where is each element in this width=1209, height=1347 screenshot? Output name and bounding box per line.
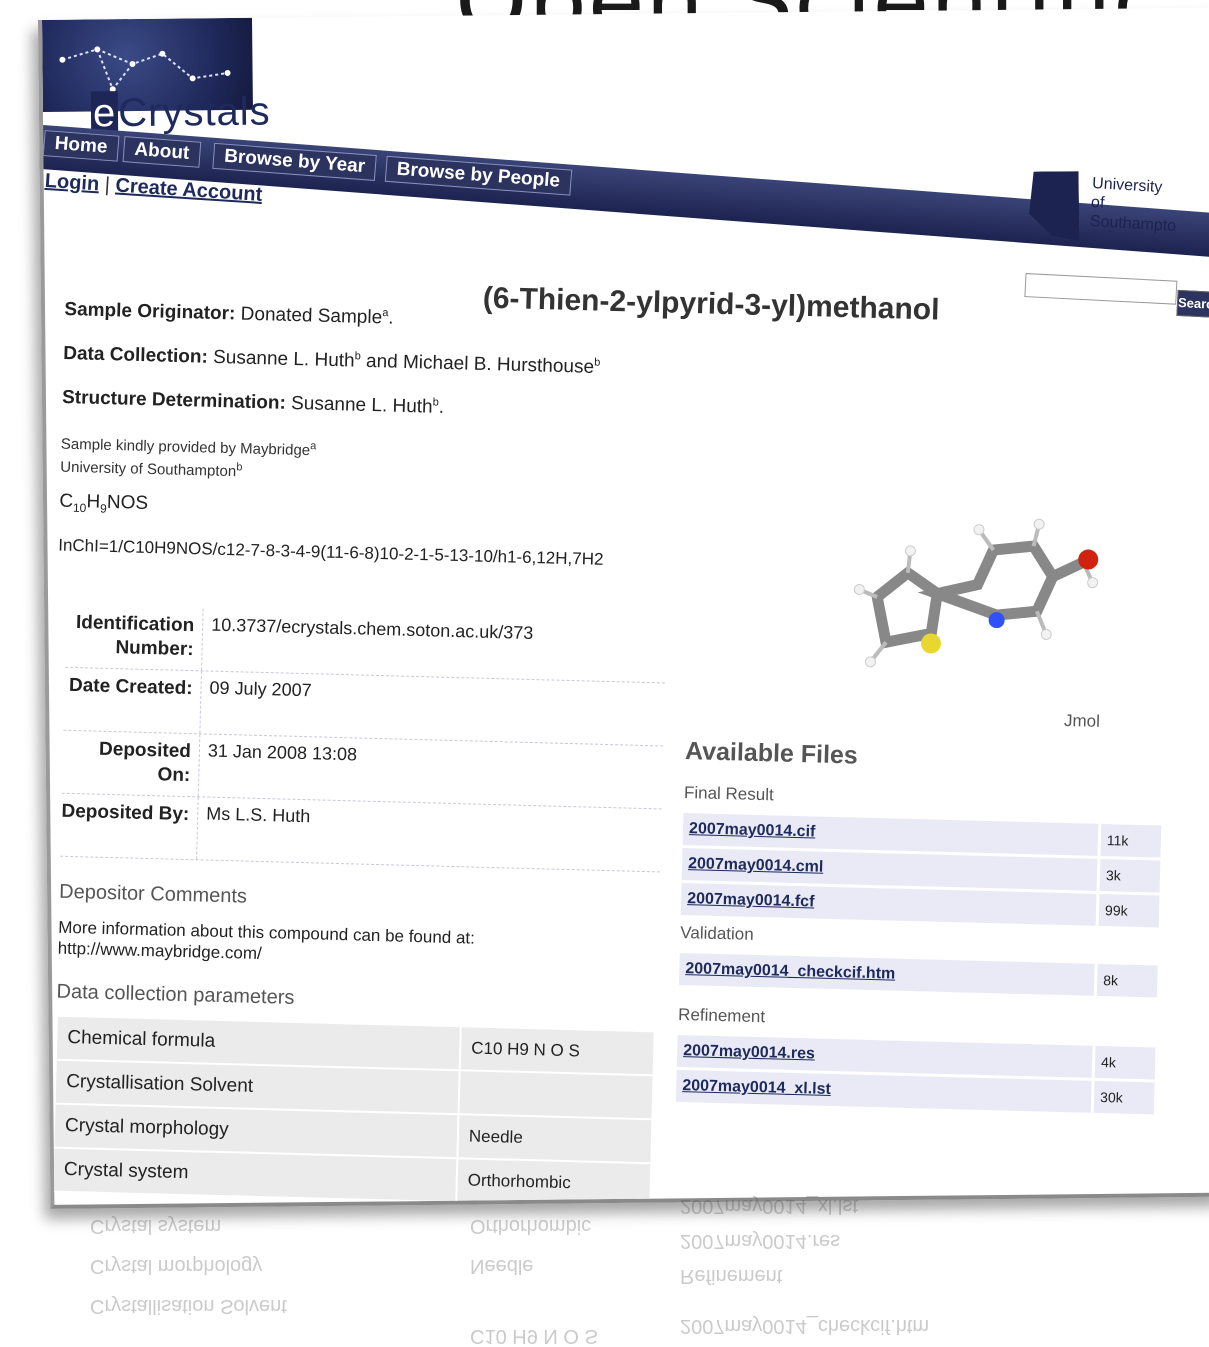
file-size: 11k: [1098, 823, 1162, 860]
group-validation: Validation: [680, 922, 754, 944]
affiliation-1-sup: a: [310, 440, 317, 453]
structure-label: Structure Determination:: [61, 386, 287, 414]
chemical-formula: C10H9NOS: [59, 491, 148, 517]
file-size: 99k: [1097, 892, 1160, 929]
meta-key: Date Created:: [63, 667, 203, 734]
structure-value: Susanne L. Huth: [290, 392, 433, 418]
file-size: 3k: [1098, 857, 1161, 895]
metadata-table: Identification Number: 10.3737/ecrystals.…: [60, 604, 667, 873]
meta-key: Identification Number:: [65, 604, 204, 671]
group-final-result: Final Result: [683, 783, 774, 805]
file-link[interactable]: 2007may0014.cml: [688, 855, 824, 876]
validation-files: 2007may0014_checkcif.htm 8k: [678, 952, 1158, 1001]
originator-value: Donated Sample: [240, 303, 383, 329]
originator-sup: a: [382, 306, 389, 320]
data-collection: Data Collection: Susanne L. Huthb and Mi…: [63, 343, 601, 379]
inchi: InChI=1/C10H9NOS/c12-7-8-3-4-9(11-6-8)10…: [58, 535, 604, 569]
formula-c: C: [59, 490, 74, 512]
file-size: 8k: [1095, 963, 1158, 999]
meta-value: 31 Jan 2008 13:08: [207, 740, 358, 765]
record-content: (6-Thien-2-ylpyrid-3-yl)methanol Sample …: [38, 20, 1209, 1209]
affiliation-2: University of Southampton: [60, 458, 237, 481]
file-row: 2007may0014_checkcif.htm 8k: [678, 952, 1158, 999]
reflection-text: 2007may0014_xl.lst: [680, 1195, 858, 1217]
data-collection-heading: Data collection parameters: [56, 980, 295, 1009]
meta-key: Deposited By:: [60, 793, 199, 860]
param-value: Needle: [457, 1114, 652, 1164]
collection-sup2: b: [594, 356, 601, 369]
refinement-files: 2007may0014.res 4k 2007may0014_xl.lst 30k: [675, 1034, 1156, 1117]
file-link[interactable]: 2007may0014.res: [683, 1042, 815, 1062]
file-link[interactable]: 2007may0014.cif: [689, 820, 816, 840]
page-reflection: Crystal system Crystal morphology Crysta…: [60, 1195, 1209, 1347]
available-files-heading: Available Files: [684, 737, 859, 770]
reflection-text: Needle: [470, 1255, 534, 1277]
group-refinement: Refinement: [677, 1004, 766, 1027]
reflection-text: Crystal system: [90, 1215, 222, 1237]
affiliation-2-sup: b: [236, 461, 243, 474]
collection-label: Data Collection:: [63, 342, 209, 368]
meta-key: Deposited On:: [61, 730, 201, 797]
param-value: [458, 1070, 653, 1120]
meta-value: 09 July 2007: [209, 677, 312, 701]
file-link[interactable]: 2007may0014_xl.lst: [682, 1077, 831, 1098]
sample-originator: Sample Originator: Donated Samplea.: [64, 298, 394, 329]
reflection-text: Crystal morphology: [90, 1255, 263, 1277]
file-link[interactable]: 2007may0014_checkcif.htm: [685, 960, 895, 982]
affiliations: Sample kindly provided by Maybridgea Uni…: [60, 431, 317, 484]
file-link[interactable]: 2007may0014.fcf: [687, 890, 815, 910]
final-result-files: 2007may0014.cif 11k 2007may0014.cml 3k 200…: [680, 813, 1162, 930]
reflection-text: 2007may0014.res: [680, 1230, 841, 1252]
formula-h: H: [86, 491, 101, 513]
jmol-label: Jmol: [1063, 710, 1101, 731]
formula-c-n: 10: [72, 500, 87, 516]
meta-value: Ms L.S. Huth: [206, 803, 311, 827]
structure-sup: b: [432, 396, 440, 409]
depositor-comments-heading: Depositor Comments: [58, 880, 248, 908]
data-collection-table: Chemical formula C10 H9 N O S Crystallisa…: [53, 1016, 654, 1209]
jmol-molecule-viewer[interactable]: [845, 501, 1110, 698]
reflection-text: Crystallisation Solvent: [90, 1295, 287, 1317]
reflection-text: 2007may0014_checkcif.htm: [680, 1315, 930, 1337]
reflection-text: Orthorhombic: [470, 1215, 592, 1237]
collection-person1: Susanne L. Huth: [212, 346, 355, 372]
file-size: 4k: [1093, 1045, 1156, 1081]
originator-label: Sample Originator:: [64, 298, 236, 325]
compound-title: (6-Thien-2-ylpyrid-3-yl)methanol: [482, 281, 940, 327]
meta-value: 10.3737/ecrystals.chem.soton.ac.uk/373: [210, 614, 534, 644]
reflection-text: Refinement: [680, 1265, 783, 1287]
depositor-comments-body: More information about this compound can…: [57, 917, 476, 964]
structure-determination: Structure Determination: Susanne L. Huth…: [61, 386, 445, 418]
formula-rest: NOS: [106, 491, 149, 514]
collection-person2: and Michael B. Hursthouse: [365, 350, 595, 378]
collection-sup1: b: [354, 350, 362, 363]
browser-page: eCrystals Home About Browse by Year Brow…: [38, 7, 1209, 1209]
file-size: 30k: [1092, 1079, 1155, 1116]
param-value: C10 H9 N O S: [459, 1027, 654, 1076]
reflection-text: C10 H9 N O S: [470, 1325, 598, 1347]
